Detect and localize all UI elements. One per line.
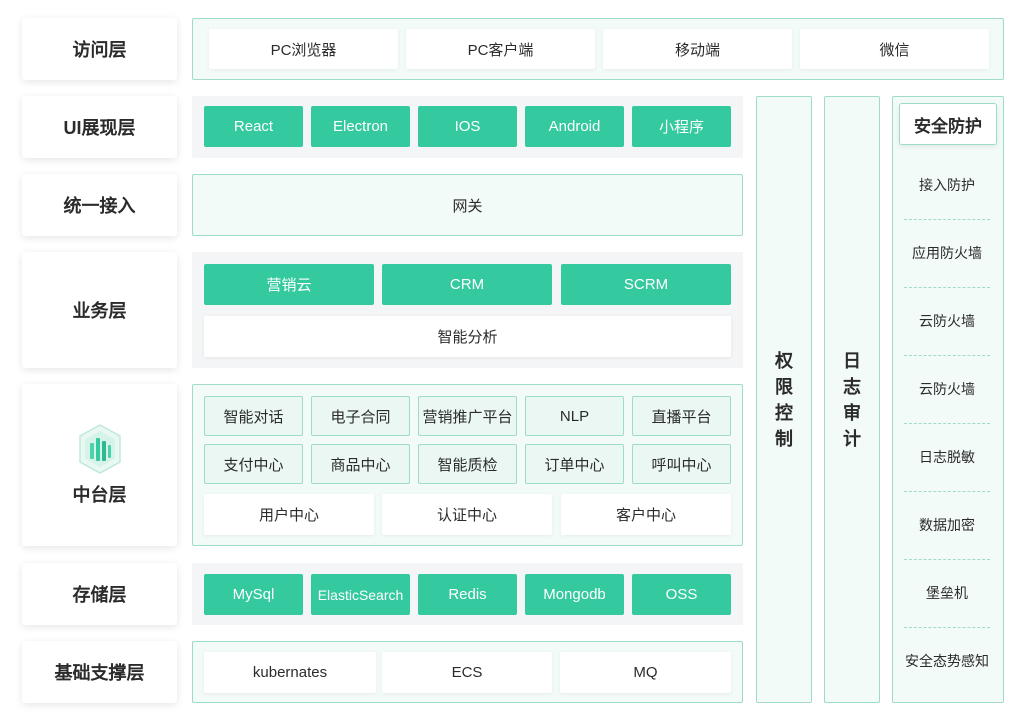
ui-box: IOS	[418, 106, 517, 147]
permission-control-column: 权 限 控 制	[756, 96, 812, 703]
middle-box: 智能质检	[418, 444, 517, 484]
permission-control-text: 权 限 控 制	[775, 350, 793, 449]
storage-box: OSS	[632, 574, 731, 615]
ui-box: 小程序	[632, 106, 731, 147]
storage-box: Redis	[418, 574, 517, 615]
layer-label-infra: 基础支撑层	[22, 641, 177, 703]
security-item: 接入防护	[919, 177, 975, 193]
layer-label-text: UI展现层	[63, 118, 136, 138]
business-box: SCRM	[561, 264, 731, 305]
ui-box: Electron	[311, 106, 410, 147]
log-audit-text: 日 志 审 计	[843, 350, 861, 449]
layer-label-text: 统一接入	[63, 196, 136, 216]
infra-box: ECS	[382, 652, 552, 693]
access-box: 微信	[800, 29, 989, 69]
security-item: 云防火墙	[919, 381, 975, 397]
business-box: CRM	[382, 264, 552, 305]
access-box: PC浏览器	[209, 29, 398, 69]
middle-box: 电子合同	[311, 396, 410, 436]
layer-label-storage: 存储层	[22, 563, 177, 625]
infra-box: kubernates	[204, 652, 376, 693]
storage-box: Mongodb	[525, 574, 624, 615]
log-audit-column: 日 志 审 计	[824, 96, 880, 703]
layer-label-middle: 中台层	[22, 384, 177, 546]
layer-label-text: 基础支撑层	[54, 663, 145, 683]
security-item: 云防火墙	[919, 313, 975, 329]
middle-platform-logo-icon	[78, 424, 121, 474]
layer-label-business: 业务层	[22, 252, 177, 368]
middle-box: 支付中心	[204, 444, 303, 484]
layer-label-text: 访问层	[72, 40, 127, 60]
ui-box: React	[204, 106, 303, 147]
storage-box: ElasticSearch	[311, 574, 410, 615]
gateway-label: 网关	[452, 197, 483, 215]
layer-label-text: 存储层	[72, 585, 127, 605]
middle-box: 直播平台	[632, 396, 731, 436]
access-box: 移动端	[603, 29, 792, 69]
layer-label-text: 中台层	[72, 485, 127, 505]
middle-box: 呼叫中心	[632, 444, 731, 484]
security-item: 数据加密	[919, 517, 975, 533]
layer-label-text: 业务层	[72, 301, 127, 321]
middle-center-box: 用户中心	[204, 494, 374, 535]
middle-box: 智能对话	[204, 396, 303, 436]
security-item: 堡垒机	[926, 585, 968, 601]
access-box: PC客户端	[406, 29, 595, 69]
middle-box: 营销推广平台	[418, 396, 517, 436]
security-item: 安全态势感知	[905, 653, 989, 669]
storage-box: MySql	[204, 574, 303, 615]
business-box: 营销云	[204, 264, 374, 305]
middle-box: 订单中心	[525, 444, 624, 484]
ui-box: Android	[525, 106, 624, 147]
layer-label-gateway: 统一接入	[22, 174, 177, 236]
middle-center-box: 客户中心	[561, 494, 731, 535]
middle-box: 商品中心	[311, 444, 410, 484]
layer-label-access: 访问层	[22, 18, 177, 80]
infra-box: MQ	[560, 652, 731, 693]
layer-label-ui: UI展现层	[22, 96, 177, 158]
middle-box: NLP	[525, 396, 624, 436]
security-item: 日志脱敏	[919, 449, 975, 465]
security-title: 安全防护	[899, 103, 997, 145]
security-item: 应用防火墙	[912, 245, 982, 261]
middle-center-box: 认证中心	[382, 494, 552, 535]
business-analytics-box: 智能分析	[204, 316, 731, 357]
